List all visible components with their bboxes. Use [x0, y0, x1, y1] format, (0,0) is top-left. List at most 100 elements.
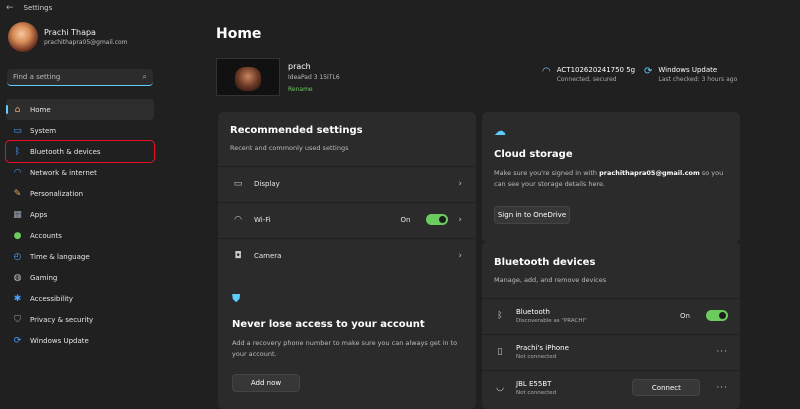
- update-icon: ⟳: [644, 66, 653, 77]
- bluetooth-toggle-row[interactable]: ᛒ Bluetooth Discoverable as "PRACHI" On: [482, 298, 740, 332]
- sidebar-item-windows-update[interactable]: ⟳ Windows Update: [6, 330, 154, 351]
- shield-check-icon: ⛊: [232, 292, 241, 305]
- row-status: Not connected: [516, 353, 557, 360]
- wifi-state: On: [400, 215, 411, 224]
- chevron-right-icon: ›: [458, 214, 462, 225]
- profile[interactable]: Prachi Thapa prachithapra05@gmail.com: [8, 22, 128, 52]
- network-name: ACT102620241750 5g: [556, 66, 636, 74]
- bluetooth-devices-card: Bluetooth devices Manage, add, and remov…: [482, 242, 740, 409]
- title-bar: ← Settings: [0, 0, 800, 16]
- sidebar-item-gaming[interactable]: ◍ Gaming: [6, 267, 154, 288]
- camera-row[interactable]: ◘ Camera ›: [218, 238, 476, 272]
- wifi-icon: ◠: [13, 167, 22, 178]
- sidebar-item-privacy-security[interactable]: ⛉ Privacy & security: [6, 309, 154, 330]
- system-icon: ▭: [13, 125, 22, 136]
- row-label: Camera: [254, 251, 282, 260]
- network-status[interactable]: ◠ ACT102620241750 5g Connected, secured: [542, 66, 635, 83]
- device-model: IdeaPad 3 15ITL6: [288, 74, 340, 81]
- shield-icon: ⛉: [14, 314, 21, 325]
- device-row-iphone[interactable]: ▯ Prachi's iPhone Not connected ···: [482, 334, 740, 368]
- main-content: Home prach IdeaPad 3 15ITL6 Rename ◠ ACT…: [216, 16, 800, 409]
- network-state: Connected, secured: [556, 76, 617, 83]
- gamepad-icon: ◍: [13, 272, 22, 283]
- rename-link[interactable]: Rename: [288, 86, 313, 93]
- more-options-icon[interactable]: ···: [716, 383, 728, 393]
- sidebar-nav: ⌂ Home ▭ System ᛒ Bluetooth & devices ◠ …: [5, 99, 155, 351]
- sign-in-onedrive-button[interactable]: Sign in to OneDrive: [494, 206, 570, 224]
- display-row[interactable]: ▭ Display ›: [218, 166, 476, 200]
- bluetooth-toggle[interactable]: [706, 310, 728, 321]
- connect-button[interactable]: Connect: [632, 379, 701, 396]
- wifi-row[interactable]: ◠ Wi-Fi On ›: [218, 202, 476, 236]
- body-prefix: Make sure you're signed in with: [494, 169, 600, 177]
- row-name: Bluetooth: [516, 307, 550, 316]
- home-icon: ⌂: [14, 104, 21, 115]
- device-row-jbl[interactable]: ◡ JBL E55BT Not connected Connect ···: [482, 370, 740, 404]
- wifi-icon: ◠: [234, 214, 242, 225]
- page-title: Home: [216, 26, 262, 42]
- sidebar-item-network[interactable]: ◠ Network & internet: [6, 162, 154, 183]
- search-input[interactable]: [13, 73, 133, 81]
- sidebar-item-home[interactable]: ⌂ Home: [6, 99, 154, 120]
- row-label: Wi-Fi: [254, 215, 271, 224]
- sidebar-item-label: Apps: [30, 210, 48, 219]
- row-status: Not connected: [516, 389, 557, 396]
- account-recovery-card: ⛊ Never lose access to your account Add …: [218, 282, 476, 409]
- monitor-icon: ▭: [233, 178, 243, 189]
- device-name: prach: [288, 62, 311, 71]
- person-icon: ●: [13, 230, 22, 241]
- card-subtitle: Manage, add, and remove devices: [494, 276, 607, 284]
- sidebar-item-system[interactable]: ▭ System: [6, 120, 154, 141]
- update-icon: ⟳: [13, 335, 22, 346]
- sidebar-item-bluetooth[interactable]: ᛒ Bluetooth & devices: [5, 140, 155, 163]
- device-wallpaper-thumbnail: [216, 58, 280, 96]
- sidebar-item-accounts[interactable]: ● Accounts: [6, 225, 154, 246]
- sidebar-item-label: System: [30, 126, 57, 135]
- sidebar-item-label: Gaming: [30, 273, 58, 282]
- brush-icon: ✎: [13, 188, 22, 199]
- sidebar-item-time-language[interactable]: ◴ Time & language: [6, 246, 154, 267]
- sidebar-item-apps[interactable]: ▦ Apps: [6, 204, 154, 225]
- accessibility-icon: ✱: [13, 293, 22, 304]
- headphones-icon: ◡: [496, 382, 504, 393]
- window-title: Settings: [23, 4, 53, 12]
- bluetooth-icon: ᛒ: [497, 310, 503, 321]
- wifi-icon: ◠: [542, 66, 551, 77]
- bluetooth-icon: ᛒ: [14, 146, 21, 157]
- card-body: Make sure you're signed in with prachith…: [494, 168, 732, 190]
- sidebar-item-label: Network & internet: [30, 168, 97, 177]
- profile-email: prachithapra05@gmail.com: [44, 39, 128, 46]
- device-summary: prach IdeaPad 3 15ITL6 Rename ◠ ACT10262…: [216, 58, 744, 112]
- wifi-toggle[interactable]: [426, 214, 449, 225]
- sidebar-item-accessibility[interactable]: ✱ Accessibility: [6, 288, 154, 309]
- row-label: Display: [254, 179, 280, 188]
- search-box[interactable]: ⌕: [7, 69, 153, 86]
- sidebar-item-label: Time & language: [30, 252, 90, 261]
- card-title: Never lose access to your account: [232, 319, 425, 330]
- sidebar-item-label: Home: [30, 105, 51, 114]
- card-title: Bluetooth devices: [494, 257, 596, 268]
- sidebar-item-label: Windows Update: [30, 336, 89, 345]
- row-name: JBL E55BT: [516, 379, 552, 388]
- apps-icon: ▦: [13, 209, 22, 220]
- sidebar-item-personalization[interactable]: ✎ Personalization: [6, 183, 154, 204]
- row-name: Prachi's iPhone: [516, 343, 569, 352]
- sidebar-item-label: Accounts: [30, 231, 62, 240]
- profile-name: Prachi Thapa: [44, 28, 96, 37]
- update-title: Windows Update: [658, 66, 718, 74]
- row-status: Discoverable as "PRACHI": [516, 317, 587, 324]
- cloud-storage-card: ☁ Cloud storage Make sure you're signed …: [482, 112, 740, 242]
- search-icon[interactable]: ⌕: [143, 72, 147, 82]
- card-body: Add a recovery phone number to make sure…: [232, 339, 458, 358]
- sidebar-item-label: Accessibility: [30, 294, 74, 303]
- add-now-button[interactable]: Add now: [232, 374, 300, 392]
- card-subtitle: Recent and commonly used settings: [230, 144, 349, 152]
- cloud-icon: ☁: [494, 124, 506, 138]
- sidebar-item-label: Bluetooth & devices: [30, 147, 101, 156]
- back-arrow-icon[interactable]: ←: [6, 3, 14, 13]
- update-last-checked: Last checked: 3 hours ago: [658, 76, 738, 83]
- chevron-right-icon: ›: [458, 250, 462, 261]
- more-options-icon[interactable]: ···: [716, 347, 728, 357]
- avatar[interactable]: [8, 22, 38, 52]
- update-status[interactable]: ⟳ Windows Update Last checked: 3 hours a…: [644, 66, 737, 83]
